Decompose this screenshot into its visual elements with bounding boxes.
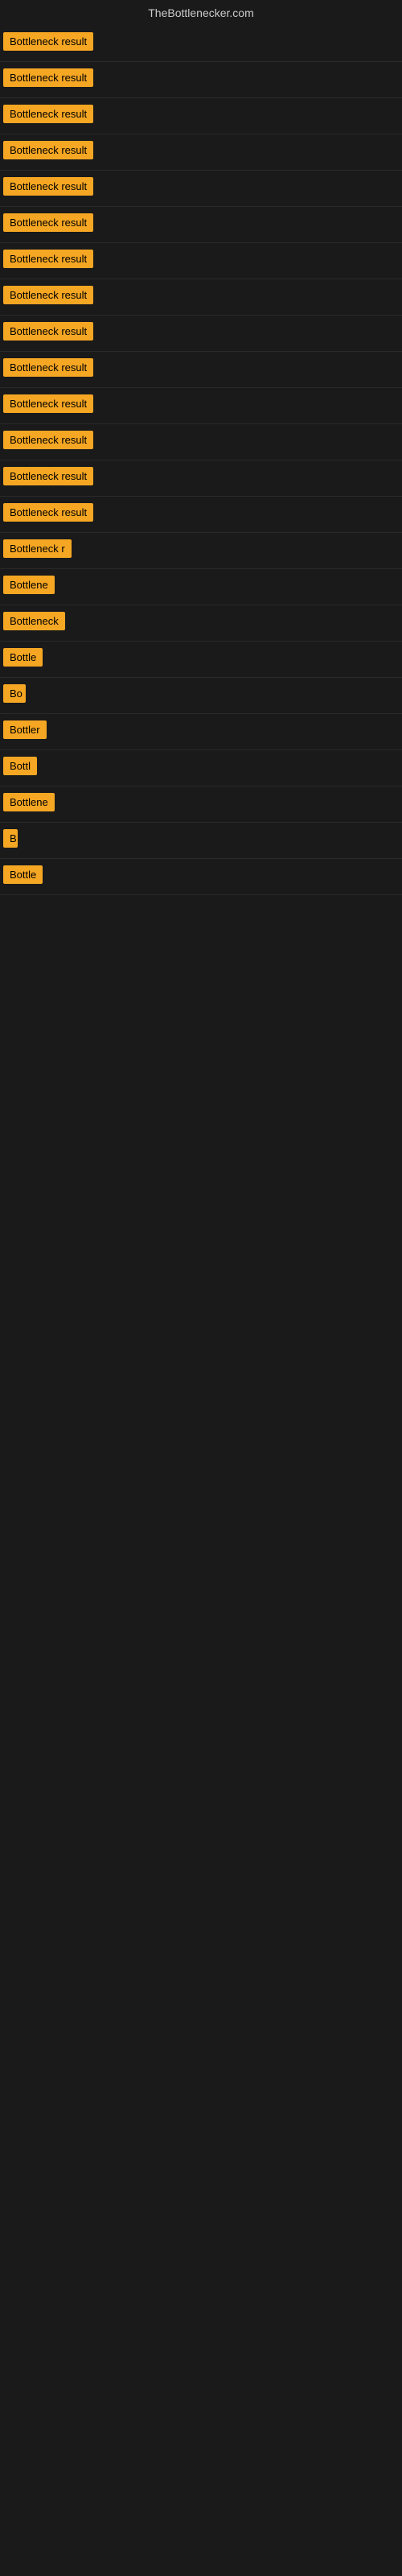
- result-row: Bottleneck: [0, 605, 402, 642]
- bottleneck-badge[interactable]: Bottleneck result: [3, 358, 93, 377]
- result-row: Bottl: [0, 750, 402, 786]
- result-row: Bottlene: [0, 569, 402, 605]
- bottleneck-badge[interactable]: Bottlene: [3, 793, 55, 811]
- result-row: Bottleneck result: [0, 26, 402, 62]
- result-row: Bottleneck r: [0, 533, 402, 569]
- result-row: Bottleneck result: [0, 134, 402, 171]
- site-title: TheBottlenecker.com: [0, 0, 402, 26]
- result-row: Bottler: [0, 714, 402, 750]
- result-row: Bottleneck result: [0, 207, 402, 243]
- bottleneck-badge[interactable]: Bottleneck result: [3, 32, 93, 51]
- result-row: Bo: [0, 678, 402, 714]
- bottleneck-badge[interactable]: Bottleneck result: [3, 503, 93, 522]
- bottleneck-badge[interactable]: Bottle: [3, 648, 43, 667]
- result-row: Bottlene: [0, 786, 402, 823]
- result-row: Bottleneck result: [0, 424, 402, 460]
- bottleneck-badge[interactable]: Bottleneck: [3, 612, 65, 630]
- result-row: Bottleneck result: [0, 62, 402, 98]
- bottleneck-badge[interactable]: Bottleneck result: [3, 250, 93, 268]
- bottleneck-badge[interactable]: Bo: [3, 684, 26, 703]
- bottleneck-badge[interactable]: B: [3, 829, 18, 848]
- bottleneck-badge[interactable]: Bottlene: [3, 576, 55, 594]
- bottleneck-badge[interactable]: Bottleneck result: [3, 213, 93, 232]
- result-row: Bottleneck result: [0, 460, 402, 497]
- result-row: Bottleneck result: [0, 316, 402, 352]
- bottleneck-badge[interactable]: Bottleneck result: [3, 322, 93, 341]
- bottleneck-badge[interactable]: Bottleneck result: [3, 68, 93, 87]
- bottleneck-badge[interactable]: Bottl: [3, 757, 37, 775]
- result-row: Bottleneck result: [0, 243, 402, 279]
- result-row: Bottleneck result: [0, 279, 402, 316]
- result-row: Bottleneck result: [0, 352, 402, 388]
- results-container: Bottleneck result Bottleneck result Bottle…: [0, 26, 402, 895]
- result-row: Bottle: [0, 859, 402, 895]
- bottleneck-badge[interactable]: Bottleneck result: [3, 177, 93, 196]
- result-row: Bottleneck result: [0, 171, 402, 207]
- bottleneck-badge[interactable]: Bottleneck result: [3, 141, 93, 159]
- bottleneck-badge[interactable]: Bottleneck result: [3, 286, 93, 304]
- result-row: Bottleneck result: [0, 388, 402, 424]
- result-row: B: [0, 823, 402, 859]
- bottleneck-badge[interactable]: Bottle: [3, 865, 43, 884]
- bottleneck-badge[interactable]: Bottleneck result: [3, 431, 93, 449]
- bottleneck-badge[interactable]: Bottleneck result: [3, 105, 93, 123]
- bottleneck-badge[interactable]: Bottleneck r: [3, 539, 72, 558]
- bottleneck-badge[interactable]: Bottler: [3, 720, 47, 739]
- result-row: Bottle: [0, 642, 402, 678]
- result-row: Bottleneck result: [0, 497, 402, 533]
- bottleneck-badge[interactable]: Bottleneck result: [3, 394, 93, 413]
- result-row: Bottleneck result: [0, 98, 402, 134]
- bottleneck-badge[interactable]: Bottleneck result: [3, 467, 93, 485]
